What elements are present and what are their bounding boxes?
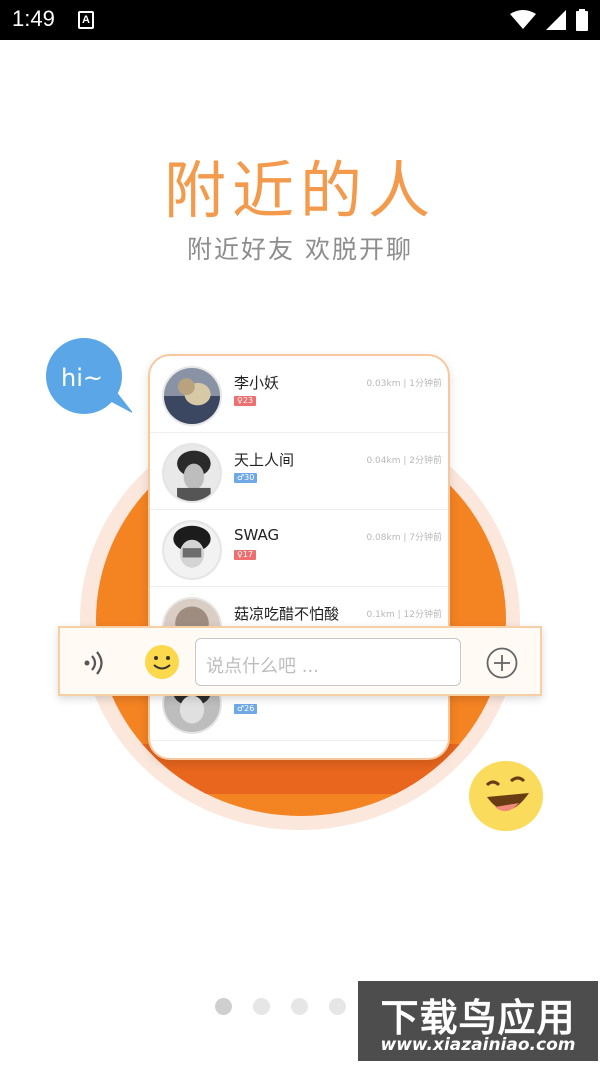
- hi-speech-bubble: hi~: [42, 338, 134, 418]
- pager-dot-4[interactable]: [329, 998, 346, 1015]
- contact-name: 李小妖: [234, 374, 280, 392]
- wifi-icon: [510, 10, 536, 29]
- watermark-title: 下载鸟应用: [380, 996, 576, 1040]
- voice-icon[interactable]: [84, 650, 106, 676]
- contact-distance-time: 0.08km | 7分钟前: [366, 533, 442, 543]
- page-title: 附近的人: [163, 154, 436, 227]
- contact-list-card: 李小妖 0.03km | 1分钟前 ♀23 天上人间 0.04km | 2分钟前…: [148, 354, 450, 760]
- contact-distance-time: 0.04km | 2分钟前: [366, 456, 442, 466]
- plus-icon[interactable]: [486, 647, 518, 679]
- contact-name: 菇凉吃醋不怕酸: [234, 605, 340, 623]
- contact-name: 天上人间: [234, 451, 295, 469]
- bubble-text: hi~: [61, 364, 103, 392]
- gender-age-badge: ♀23: [234, 396, 257, 406]
- signal-icon: [546, 10, 566, 30]
- pager-indicator: [215, 998, 346, 1015]
- avatar: [162, 366, 222, 426]
- speech-bubble-icon: hi~: [46, 338, 134, 414]
- gender-age-badge: ♂30: [234, 473, 258, 483]
- list-item[interactable]: 天上人间 0.04km | 2分钟前 ♂30: [150, 433, 448, 510]
- battery-icon: [576, 9, 588, 31]
- laughing-emoji-icon: [469, 761, 543, 831]
- watermark: 下载鸟应用 www.xiazainiao.com: [358, 981, 598, 1061]
- list-item[interactable]: SWAG 0.08km | 7分钟前 ♀17: [150, 510, 448, 587]
- gender-age-badge: ♂26: [234, 704, 258, 714]
- contact-distance-time: 0.1km | 12分钟前: [366, 610, 442, 620]
- gender-age-badge: ♀17: [234, 550, 257, 560]
- chat-input-bar: 说点什么吧 ...: [58, 626, 542, 696]
- emoji-icon[interactable]: [144, 644, 180, 680]
- avatar: [162, 443, 222, 503]
- contact-name: SWAG: [234, 526, 280, 544]
- status-time: 1:49: [12, 6, 55, 31]
- message-input[interactable]: 说点什么吧 ...: [195, 638, 461, 686]
- contact-distance-time: 0.03km | 1分钟前: [366, 379, 442, 389]
- list-item[interactable]: 李小妖 0.03km | 1分钟前 ♀23: [150, 356, 448, 433]
- status-icons: [510, 9, 588, 31]
- status-bar: 1:49 A: [0, 0, 600, 40]
- watermark-url: www.xiazainiao.com: [380, 1035, 576, 1055]
- avatar: [162, 520, 222, 580]
- notification-icon: A: [78, 11, 94, 29]
- page-subtitle: 附近好友 欢脱开聊: [187, 235, 413, 264]
- pager-dot-3[interactable]: [291, 998, 308, 1015]
- pager-dot-2[interactable]: [253, 998, 270, 1015]
- pager-dot-1[interactable]: [215, 998, 232, 1015]
